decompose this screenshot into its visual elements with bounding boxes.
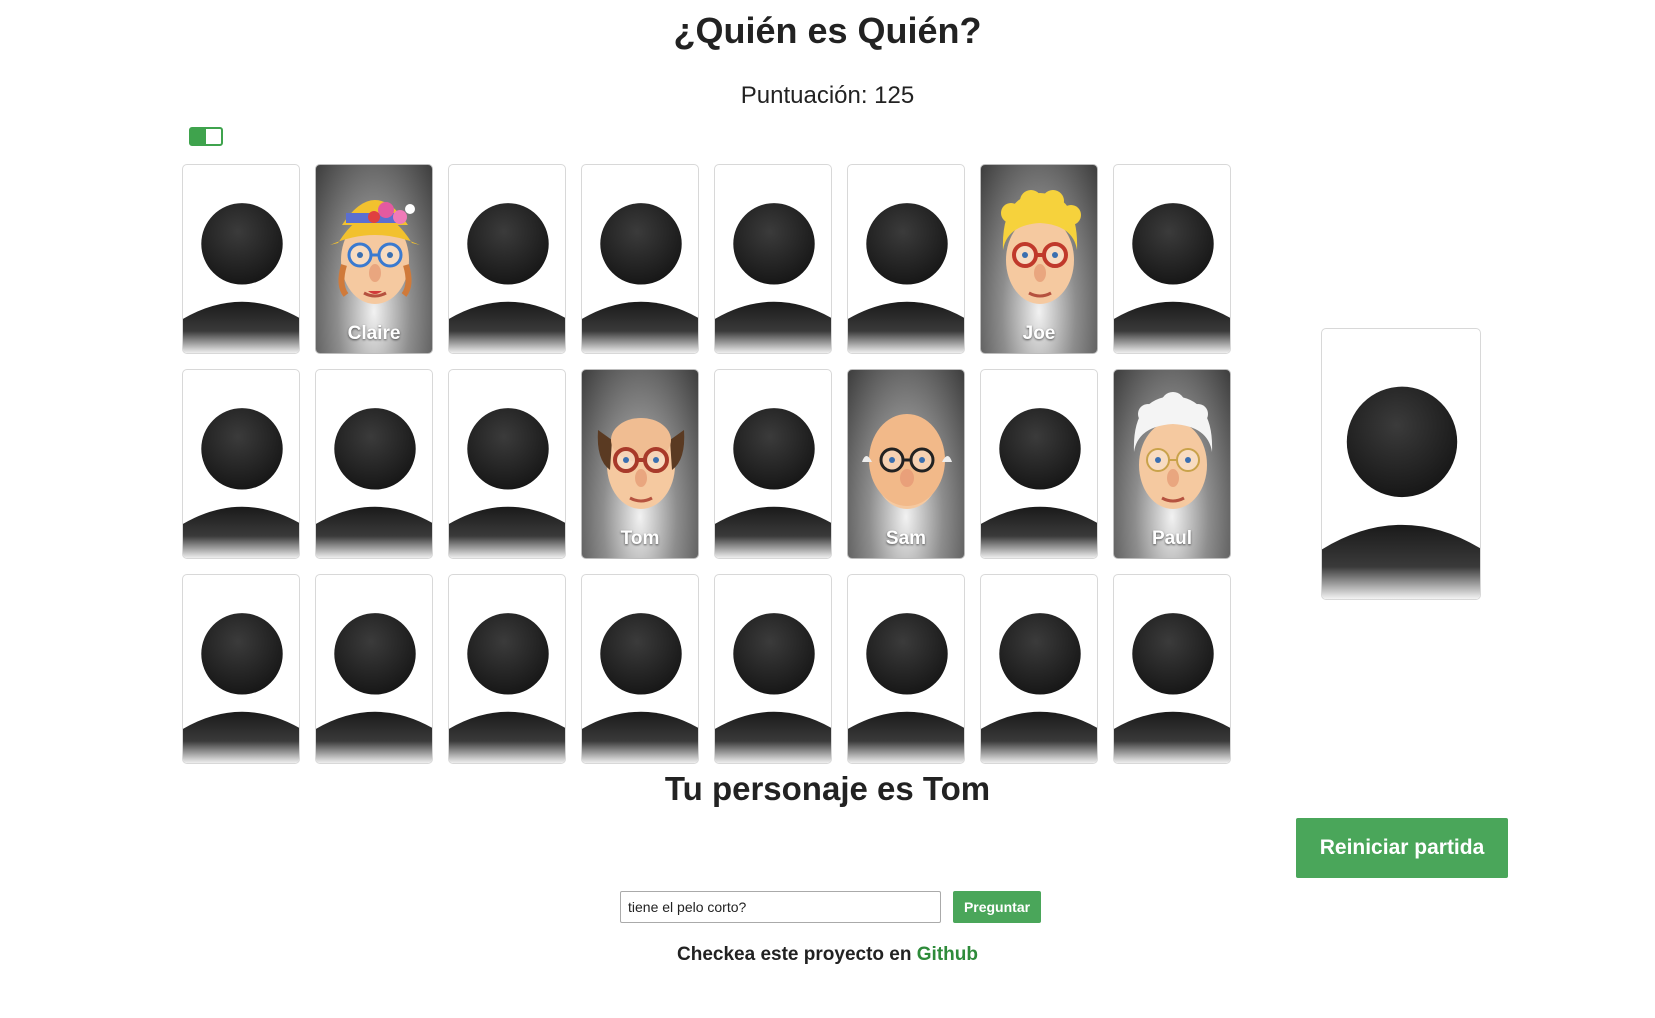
character-name: Joe [1022,323,1056,344]
silhouette-icon [715,203,831,353]
character-card-paul[interactable]: Paul [1113,369,1231,559]
silhouette-icon [582,613,698,763]
footer: Checkea este proyecto en Github [0,944,1655,966]
character-card-hidden[interactable] [581,164,699,354]
reset-game-button[interactable]: Reiniciar partida [1296,818,1508,878]
toggle-knob [191,129,206,144]
character-name: Sam [885,528,927,549]
character-card-hidden[interactable] [182,574,300,764]
silhouette-icon [449,613,565,763]
character-card-hidden[interactable] [847,574,965,764]
character-card-hidden[interactable] [581,574,699,764]
character-card-hidden[interactable] [315,369,433,559]
character-card-sam[interactable]: Sam [847,369,965,559]
character-card-joe[interactable]: Joe [980,164,1098,354]
character-card-hidden[interactable] [315,574,433,764]
character-name: Paul [1151,528,1193,549]
silhouette-icon [449,203,565,353]
character-card-hidden[interactable] [714,574,832,764]
ask-button[interactable]: Preguntar [953,891,1041,923]
character-card-hidden[interactable] [1113,164,1231,354]
character-name: Claire [347,323,401,344]
silhouette-icon [715,613,831,763]
silhouette-icon [848,613,964,763]
character-card-hidden[interactable] [847,164,965,354]
character-card-hidden[interactable] [182,164,300,354]
github-link[interactable]: Github [917,944,978,965]
silhouette-icon [981,613,1097,763]
character-card-claire[interactable]: Claire [315,164,433,354]
character-card-tom[interactable]: Tom [581,369,699,559]
silhouette-icon [715,408,831,558]
silhouette-icon [1114,613,1230,763]
silhouette-icon [981,408,1097,558]
character-card-hidden[interactable] [448,164,566,354]
character-card-hidden[interactable] [980,574,1098,764]
silhouette-icon [1322,386,1480,599]
silhouette-icon [1114,203,1230,353]
secret-character-card [1321,328,1481,600]
silhouette-icon [316,613,432,763]
silhouette-icon [316,408,432,558]
silhouette-icon [582,203,698,353]
character-card-hidden[interactable] [1113,574,1231,764]
question-input[interactable] [620,891,941,923]
character-card-hidden[interactable] [980,369,1098,559]
footer-text: Checkea este proyecto en [677,944,912,965]
character-card-hidden[interactable] [448,574,566,764]
silhouette-icon [183,613,299,763]
character-card-hidden[interactable] [714,369,832,559]
silhouette-icon [183,203,299,353]
silhouette-icon [449,408,565,558]
character-card-hidden[interactable] [714,164,832,354]
silhouette-icon [183,408,299,558]
view-toggle[interactable] [189,127,223,146]
result-message: Tu personaje es Tom [664,770,991,807]
character-card-hidden[interactable] [448,369,566,559]
page-title: ¿Quién es Quién? [673,10,982,51]
character-card-hidden[interactable] [182,369,300,559]
score-display: Puntuación: 125 [740,82,915,109]
silhouette-icon [848,203,964,353]
character-name: Tom [620,528,660,549]
